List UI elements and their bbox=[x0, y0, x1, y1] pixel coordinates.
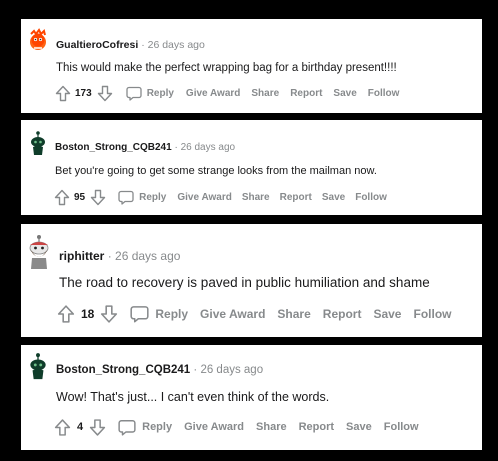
comment-meta: Boston_Strong_CQB241 · 26 days ago bbox=[55, 142, 235, 153]
reply-label: Reply bbox=[142, 421, 173, 433]
username-link[interactable]: Boston_Strong_CQB241 bbox=[56, 364, 190, 376]
vote-count: 4 bbox=[77, 421, 84, 433]
vote-count: 95 bbox=[74, 191, 86, 203]
save-button[interactable]: Save bbox=[333, 88, 356, 99]
vote-count: 18 bbox=[81, 306, 95, 321]
username-link[interactable]: riphitter bbox=[59, 249, 104, 263]
report-button[interactable]: Report bbox=[290, 88, 322, 99]
green-snoo-avatar[interactable] bbox=[26, 351, 50, 381]
comment-age[interactable]: 26 days ago bbox=[200, 364, 263, 376]
follow-button[interactable]: Follow bbox=[413, 307, 451, 321]
give-award-button[interactable]: Give Award bbox=[184, 421, 244, 433]
comment-bubble-icon bbox=[130, 305, 149, 322]
comment-actions: 173 Reply Give Award Share Report Save F… bbox=[55, 84, 399, 102]
comment-meta: GualtieroCofresi · 26 days ago bbox=[56, 39, 205, 51]
save-button[interactable]: Save bbox=[322, 192, 345, 203]
share-button[interactable]: Share bbox=[256, 421, 287, 433]
reply-label: Reply bbox=[146, 87, 174, 99]
downvote-arrow-icon[interactable] bbox=[97, 85, 113, 102]
share-button[interactable]: Share bbox=[251, 88, 279, 99]
give-award-button[interactable]: Give Award bbox=[200, 307, 265, 321]
vote-count: 173 bbox=[75, 87, 92, 99]
reply-label: Reply bbox=[139, 191, 167, 203]
comment-age[interactable]: 26 days ago bbox=[115, 249, 180, 263]
reply-button[interactable]: Reply bbox=[118, 419, 172, 436]
comment-meta: riphitter · 26 days ago bbox=[59, 249, 180, 263]
comment-text: This would make the perfect wrapping bag… bbox=[56, 62, 397, 74]
meta-separator: · bbox=[141, 39, 145, 51]
follow-button[interactable]: Follow bbox=[355, 192, 387, 203]
bearded-snoo-avatar[interactable] bbox=[26, 234, 52, 270]
comment-bubble-icon bbox=[126, 86, 142, 101]
save-button[interactable]: Save bbox=[346, 421, 372, 433]
report-button[interactable]: Report bbox=[280, 192, 312, 203]
follow-button[interactable]: Follow bbox=[384, 421, 419, 433]
comment-actions: 95 Reply Give Award Share Report Save Fo… bbox=[54, 188, 387, 206]
username-link[interactable]: Boston_Strong_CQB241 bbox=[55, 142, 172, 153]
report-button[interactable]: Report bbox=[299, 421, 334, 433]
comment-meta: Boston_Strong_CQB241 · 26 days ago bbox=[56, 364, 263, 376]
follow-button[interactable]: Follow bbox=[368, 88, 400, 99]
save-button[interactable]: Save bbox=[373, 307, 401, 321]
upvote-arrow-icon[interactable] bbox=[57, 304, 75, 324]
give-award-button[interactable]: Give Award bbox=[177, 192, 231, 203]
comment-bubble-icon bbox=[118, 419, 136, 436]
comment-card: riphitter · 26 days ago The road to reco… bbox=[21, 224, 482, 337]
comment-text: The road to recovery is paved in public … bbox=[59, 275, 430, 290]
comment-card: Boston_Strong_CQB241 · 26 days ago Wow! … bbox=[21, 345, 482, 450]
reply-button[interactable]: Reply bbox=[130, 305, 188, 323]
orange-snoo-avatar[interactable] bbox=[27, 28, 49, 52]
meta-separator: · bbox=[174, 142, 178, 153]
meta-separator: · bbox=[107, 249, 112, 263]
upvote-arrow-icon[interactable] bbox=[54, 418, 71, 437]
green-snoo-avatar[interactable] bbox=[27, 130, 49, 156]
comment-card: Boston_Strong_CQB241 · 26 days ago Bet y… bbox=[21, 120, 482, 215]
report-button[interactable]: Report bbox=[323, 307, 362, 321]
comment-age[interactable]: 26 days ago bbox=[181, 142, 236, 153]
comment-actions: 4 Reply Give Award Share Report Save Fol… bbox=[54, 417, 419, 437]
comment-age[interactable]: 26 days ago bbox=[148, 39, 205, 51]
share-button[interactable]: Share bbox=[277, 307, 310, 321]
give-award-button[interactable]: Give Award bbox=[186, 88, 240, 99]
comment-bubble-icon bbox=[118, 190, 134, 205]
comment-actions: 18 Reply Give Award Share Report Save Fo… bbox=[57, 303, 451, 324]
meta-separator: · bbox=[193, 364, 198, 376]
reply-label: Reply bbox=[155, 306, 189, 321]
downvote-arrow-icon[interactable] bbox=[89, 418, 106, 437]
upvote-arrow-icon[interactable] bbox=[55, 85, 71, 102]
downvote-arrow-icon[interactable] bbox=[100, 304, 118, 324]
reply-button[interactable]: Reply bbox=[118, 190, 166, 205]
upvote-arrow-icon[interactable] bbox=[54, 189, 70, 206]
comment-text: Bet you're going to get some strange loo… bbox=[55, 165, 377, 177]
reply-button[interactable]: Reply bbox=[126, 86, 174, 101]
downvote-arrow-icon[interactable] bbox=[90, 189, 106, 206]
comment-text: Wow! That's just... I can't even think o… bbox=[56, 390, 330, 404]
comment-card: GualtieroCofresi · 26 days ago This woul… bbox=[21, 19, 482, 113]
share-button[interactable]: Share bbox=[242, 192, 270, 203]
username-link[interactable]: GualtieroCofresi bbox=[56, 39, 138, 51]
